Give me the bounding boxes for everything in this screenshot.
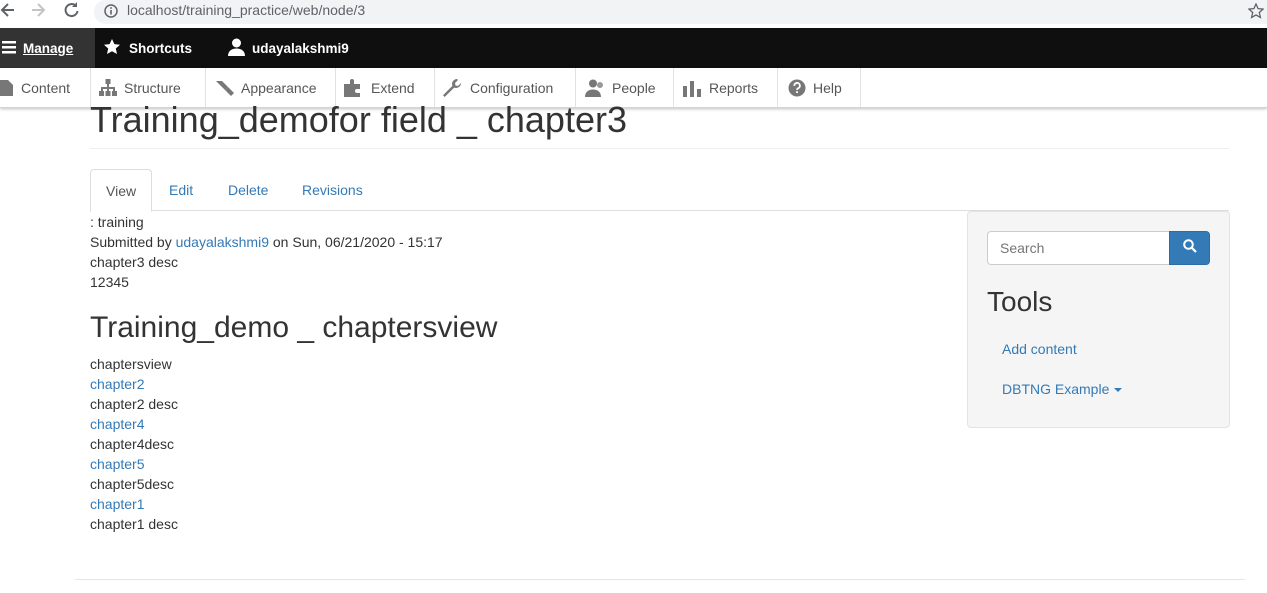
search-input[interactable]: [987, 231, 1170, 265]
tray-item-label: People: [612, 79, 656, 96]
browser-bar: localhost/training_practice/web/node/3: [0, 0, 1267, 28]
search-button[interactable]: [1169, 231, 1210, 265]
caret-down-icon: [1114, 388, 1123, 393]
node-description: chapter3 desc: [90, 254, 178, 270]
tab-delete[interactable]: Delete: [213, 169, 283, 211]
chapter-description: chapter1 desc: [90, 516, 178, 532]
list-item: chapter5: [90, 454, 178, 474]
people-icon: [585, 79, 605, 97]
chapter-link[interactable]: chapter4: [90, 416, 144, 432]
user-button[interactable]: udayalakshmi9: [228, 28, 349, 68]
submitted-line: Submitted by udayalakshmi9 on Sun, 06/21…: [90, 232, 443, 252]
chapter-link[interactable]: chapter1: [90, 496, 144, 512]
back-icon[interactable]: [0, 0, 24, 22]
forward-icon[interactable]: [30, 0, 54, 22]
submitted-date: on Sun, 06/21/2020 - 15:17: [272, 234, 443, 250]
search-icon: [1182, 238, 1197, 258]
list-item: chapter1: [90, 494, 178, 514]
tab-edit[interactable]: Edit: [154, 169, 208, 211]
author-link[interactable]: udayalakshmi9: [176, 234, 269, 250]
admin-toolbar: Manage Shortcuts udayalakshmi9: [0, 28, 1267, 68]
appearance-icon: [214, 79, 234, 97]
chapter-link[interactable]: chapter2: [90, 376, 144, 392]
footer-divider: [75, 579, 1245, 580]
chapter-description: chapter5desc: [90, 476, 175, 492]
view-title: Training_demo _ chaptersview: [90, 311, 498, 344]
tray-item-label: Reports: [709, 79, 759, 96]
dbtng-example-label: DBTNG Example: [1002, 381, 1110, 397]
content-icon: [0, 79, 14, 96]
dbtng-example-menu[interactable]: DBTNG Example: [1002, 379, 1123, 399]
hamburger-icon: [2, 40, 16, 57]
view-header: chaptersview: [90, 356, 172, 372]
help-icon: [788, 79, 806, 97]
field-value: : training: [90, 214, 144, 230]
tray-item-label: Configuration: [470, 79, 554, 96]
tray-item-label: Appearance: [241, 79, 317, 96]
divider: [90, 148, 1229, 149]
page-title: Training_demofor field _ chapter3: [90, 99, 627, 140]
url-text[interactable]: localhost/training_practice/web/node/3: [127, 2, 365, 18]
user-icon: [228, 38, 245, 59]
node-content: : training Submitted by udayalakshmi9 on…: [90, 212, 443, 292]
list-item: chapter2: [90, 374, 178, 394]
manage-button[interactable]: Manage: [0, 28, 95, 68]
structure-icon: [99, 78, 117, 97]
tray-item-reports[interactable]: Reports: [674, 68, 778, 107]
tools-title: Tools: [987, 286, 1053, 317]
configuration-icon: [443, 78, 463, 97]
manage-label: Manage: [23, 40, 74, 56]
extend-icon: [344, 78, 364, 97]
tray-item-label: Content: [21, 79, 71, 96]
reports-icon: [682, 79, 702, 97]
tray-item-label: Structure: [124, 79, 181, 96]
star-icon: [103, 38, 121, 59]
tray-item-help[interactable]: Help: [778, 68, 861, 107]
tray-item-label: Help: [813, 79, 842, 96]
add-content-link[interactable]: Add content: [1002, 339, 1077, 359]
chapter-description: chapter4desc: [90, 436, 175, 452]
bookmark-star-icon[interactable]: [1247, 2, 1265, 24]
tray-item-label: Extend: [371, 79, 415, 96]
shortcuts-label: Shortcuts: [129, 40, 193, 56]
chapter-link[interactable]: chapter5: [90, 456, 144, 472]
shortcuts-button[interactable]: Shortcuts: [103, 28, 192, 68]
info-icon[interactable]: [104, 4, 118, 23]
node-number: 12345: [90, 274, 129, 290]
chapters-view-list: chaptersview chapter2 chapter2 desc chap…: [90, 354, 178, 534]
sidebar: Tools Add content DBTNG Example: [967, 211, 1230, 428]
list-item: chapter4: [90, 414, 178, 434]
tab-view[interactable]: View: [90, 169, 153, 212]
tab-revisions[interactable]: Revisions: [287, 169, 378, 211]
address-bar[interactable]: localhost/training_practice/web/node/3: [94, 0, 1267, 24]
local-tasks-tabs: View Edit Delete Revisions: [90, 169, 1229, 212]
reload-icon[interactable]: [62, 0, 86, 22]
chapter-description: chapter2 desc: [90, 396, 178, 412]
tray-item-content[interactable]: Content: [0, 68, 91, 107]
user-label: udayalakshmi9: [252, 40, 349, 56]
submitted-prefix: Submitted by: [90, 234, 172, 250]
